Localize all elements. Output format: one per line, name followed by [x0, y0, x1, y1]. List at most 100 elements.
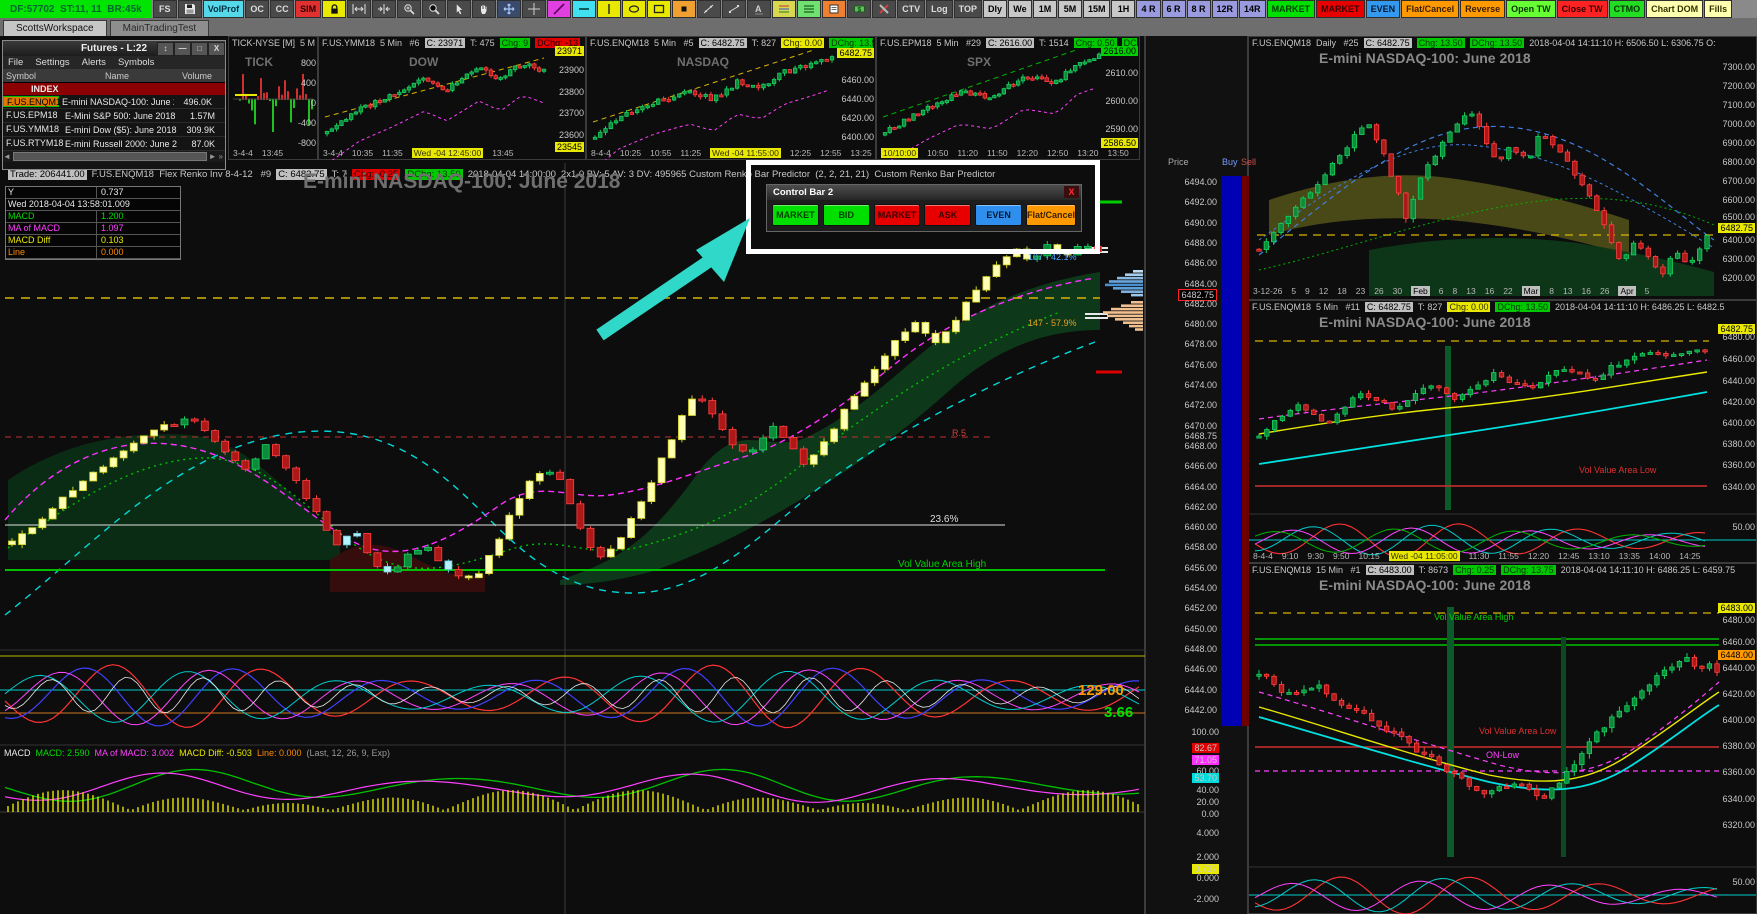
- flat-cancel-button[interactable]: Flat/Cancel: [1401, 0, 1460, 18]
- settings-tools-button[interactable]: [872, 0, 897, 18]
- segment-tool-button[interactable]: [722, 0, 747, 18]
- marker-tool-button[interactable]: [672, 0, 697, 18]
- renko-12-button[interactable]: 12R: [1211, 0, 1239, 18]
- tab-scotts-workspace[interactable]: ScottsWorkspace: [3, 20, 107, 36]
- cb-sell-market-button[interactable]: MARKET: [873, 204, 921, 226]
- scroll-more-icon[interactable]: »: [219, 152, 223, 161]
- symbol-cell[interactable]: F.US.ENQM18: [3, 96, 66, 107]
- price-level[interactable]: 6476.00: [1184, 360, 1217, 370]
- symbol-cell[interactable]: F.US.RTYM18: [3, 138, 63, 149]
- open-tw-button[interactable]: Open TW: [1506, 0, 1556, 18]
- reverse-button[interactable]: Reverse: [1460, 0, 1506, 18]
- control-bar-2-window[interactable]: Control Bar 2 X MARKET BID MARKET ASK EVEN Fl…: [766, 184, 1082, 232]
- renko-14-button[interactable]: 14R: [1239, 0, 1266, 18]
- price-level[interactable]: 6484.00: [1184, 279, 1217, 289]
- symbol-cell[interactable]: F.US.YMM18: [3, 124, 62, 135]
- futures-window-titlebar[interactable]: Futures - L:22 ↕ — □ X: [3, 41, 225, 56]
- price-level[interactable]: 6452.00: [1184, 603, 1217, 613]
- 1hour-timeframe-button[interactable]: 1H: [1111, 0, 1136, 18]
- name-column-header[interactable]: Name: [62, 71, 172, 81]
- close-tw-button[interactable]: Close TW: [1556, 0, 1608, 18]
- scrollbar-thumb[interactable]: [12, 152, 207, 161]
- rectangle-tool-button[interactable]: [647, 0, 672, 18]
- tab-main-trading-test[interactable]: MainTradingTest: [109, 20, 210, 36]
- price-level[interactable]: 6446.00: [1184, 664, 1217, 674]
- price-level[interactable]: 6442.00: [1184, 705, 1217, 715]
- price-level[interactable]: 6444.00: [1184, 685, 1217, 695]
- text-tool-button[interactable]: A: [747, 0, 772, 18]
- minimize-icon[interactable]: —: [174, 42, 191, 56]
- quote-row[interactable]: F.US.YMM18 E-mini Dow ($5): June 2018 309.…: [3, 123, 225, 137]
- price-level[interactable]: 6448.00: [1184, 644, 1217, 654]
- price-level[interactable]: 6482.00: [1184, 299, 1217, 309]
- cb-bid-button[interactable]: BID: [822, 204, 870, 226]
- buy-depth-column[interactable]: [1221, 176, 1241, 726]
- close-icon[interactable]: X: [208, 42, 225, 56]
- lock-button[interactable]: [322, 0, 347, 18]
- price-level[interactable]: 6466.00: [1184, 461, 1217, 471]
- chart-plot[interactable]: [1249, 50, 1756, 312]
- price-level[interactable]: 6472.00: [1184, 400, 1217, 410]
- ctv-button[interactable]: CTV: [897, 0, 926, 18]
- quote-row[interactable]: F.US.RTYM18E-mini Russell 2000: June 201…: [3, 137, 225, 151]
- price-level[interactable]: 6468.00: [1184, 441, 1217, 451]
- pointer-tool-button[interactable]: [447, 0, 472, 18]
- weekly-timeframe-button[interactable]: We: [1007, 0, 1032, 18]
- top-button[interactable]: TOP: [953, 0, 982, 18]
- price-level[interactable]: 6480.00: [1184, 319, 1217, 329]
- price-level[interactable]: 6492.00: [1184, 197, 1217, 207]
- futures-horizontal-scrollbar[interactable]: ◄ ► »: [3, 151, 225, 162]
- hand-tool-button[interactable]: [472, 0, 497, 18]
- close-icon[interactable]: X: [1064, 186, 1079, 198]
- renko-8-button[interactable]: 8 R: [1186, 0, 1211, 18]
- cb-even-button[interactable]: EVEN: [975, 204, 1022, 226]
- move-tool-button[interactable]: [497, 0, 522, 18]
- fib-retracement-tool-button[interactable]: [772, 0, 797, 18]
- renko-6-button[interactable]: 6 R: [1161, 0, 1186, 18]
- bar-spacing-in-button[interactable]: [372, 0, 397, 18]
- oc-button[interactable]: OC: [245, 0, 270, 18]
- cb-ask-button[interactable]: ASK: [924, 204, 972, 226]
- price-level[interactable]: 6468.75: [1184, 431, 1217, 441]
- menu-item-symbols[interactable]: Symbols: [118, 57, 154, 68]
- levels-tool-button[interactable]: [797, 0, 822, 18]
- sim-button[interactable]: SIM: [295, 0, 322, 18]
- horizontal-line-tool-button[interactable]: [572, 0, 597, 18]
- price-level[interactable]: 6470.00: [1184, 421, 1217, 431]
- fivemin-chart-panel[interactable]: F.US.ENQM18 5 Min #11 C: 6482.75 T: 827 Chg…: [1248, 300, 1757, 563]
- price-level[interactable]: 6490.00: [1184, 218, 1217, 228]
- symbol-cell[interactable]: F.US.EPM18: [3, 110, 62, 121]
- control-bar-2-titlebar[interactable]: Control Bar 2 X: [767, 185, 1081, 200]
- volprof-button[interactable]: VolProf: [202, 0, 245, 18]
- fills-button[interactable]: Fills: [1704, 0, 1733, 18]
- price-level[interactable]: 6456.00: [1184, 563, 1217, 573]
- buy-market-button[interactable]: MARKET: [1266, 0, 1316, 18]
- price-level[interactable]: 6494.00: [1184, 177, 1217, 187]
- symbol-column-header[interactable]: Symbol: [3, 71, 62, 81]
- pin-icon[interactable]: ↕: [157, 42, 174, 56]
- price-level[interactable]: 6464.00: [1184, 482, 1217, 492]
- price-level[interactable]: 6454.00: [1184, 583, 1217, 593]
- price-level[interactable]: 6460.00: [1184, 522, 1217, 532]
- sell-market-button[interactable]: MARKET: [1316, 0, 1365, 18]
- 1min-timeframe-button[interactable]: 1M: [1032, 0, 1057, 18]
- note-tool-button[interactable]: [822, 0, 847, 18]
- even-button[interactable]: EVEN: [1365, 0, 1401, 18]
- zoom-button[interactable]: [422, 0, 447, 18]
- save-icon-button[interactable]: [177, 0, 202, 18]
- price-level[interactable]: 6486.00: [1184, 258, 1217, 268]
- vertical-line-tool-button[interactable]: [597, 0, 622, 18]
- account-money-button[interactable]: $: [847, 0, 872, 18]
- log-button[interactable]: Log: [926, 0, 953, 18]
- volume-column-header[interactable]: Volume: [172, 71, 212, 81]
- 5min-timeframe-button[interactable]: 5M: [1057, 0, 1082, 18]
- price-level[interactable]: 6450.00: [1184, 624, 1217, 634]
- zoom-in-button[interactable]: [397, 0, 422, 18]
- price-level[interactable]: 6474.00: [1184, 380, 1217, 390]
- daily-chart-panel[interactable]: F.US.ENQM18 Daily #25 C: 6482.75 Chg: 13.5…: [1248, 36, 1757, 300]
- price-level[interactable]: 6488.00: [1184, 238, 1217, 248]
- cc-button[interactable]: CC: [270, 0, 295, 18]
- fifteenmin-chart-panel[interactable]: F.US.ENQM18 15 Min #1 C: 6483.00 T: 8673 Ch…: [1248, 563, 1757, 914]
- menu-item-file[interactable]: File: [8, 57, 23, 68]
- price-level[interactable]: 6458.00: [1184, 542, 1217, 552]
